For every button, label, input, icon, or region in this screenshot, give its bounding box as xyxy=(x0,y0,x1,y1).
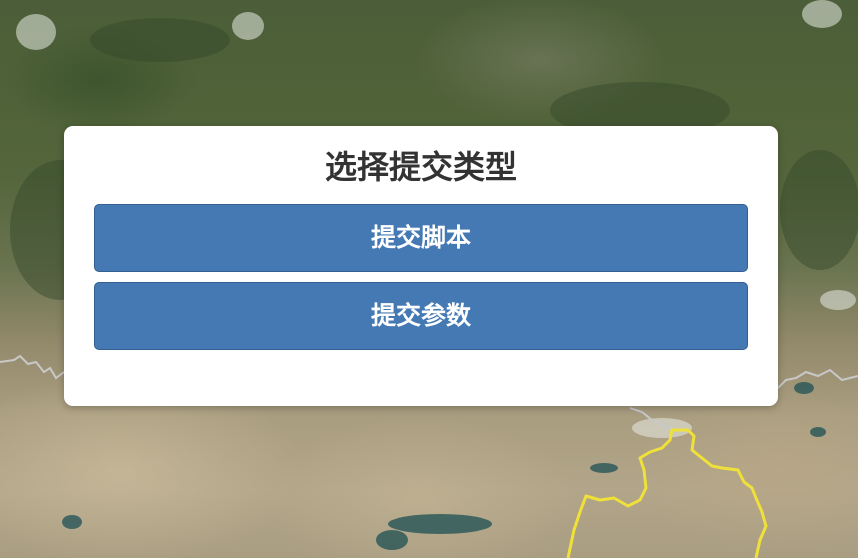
country-border-line xyxy=(0,354,65,380)
country-border-line-east xyxy=(777,368,858,389)
submit-script-button[interactable]: 提交脚本 xyxy=(94,204,748,272)
submit-type-dialog: 选择提交类型 提交脚本 提交参数 xyxy=(64,126,778,406)
dialog-title: 选择提交类型 xyxy=(324,148,517,186)
submit-params-button[interactable]: 提交参数 xyxy=(94,282,748,350)
region-boundary xyxy=(566,428,768,558)
